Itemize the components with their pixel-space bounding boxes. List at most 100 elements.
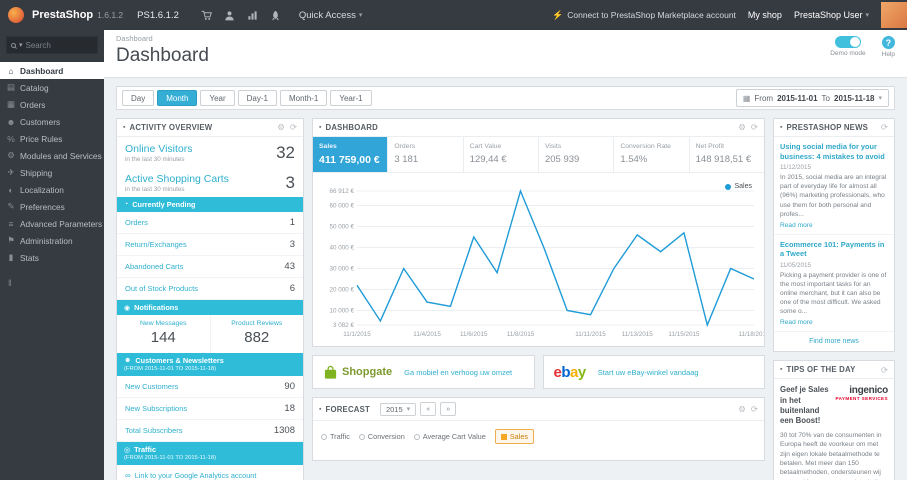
- help-icon[interactable]: ?: [881, 36, 895, 49]
- gear-icon[interactable]: ⚙: [277, 123, 285, 132]
- gear-icon[interactable]: ⚙: [738, 123, 746, 132]
- google-analytics-link[interactable]: ∞ Link to your Google Analytics account: [117, 465, 303, 480]
- demo-mode-toggle[interactable]: [834, 36, 861, 48]
- sidebar-item-label: Preferences: [20, 201, 65, 212]
- quick-access-menu[interactable]: Quick Access ▾: [299, 10, 363, 21]
- stats-icon[interactable]: [247, 10, 258, 21]
- shopgate-link[interactable]: Ga mobiel en verhoog uw omzet: [404, 368, 512, 377]
- forecast-option-average-cart-value[interactable]: Average Cart Value: [413, 432, 486, 441]
- ebay-link[interactable]: Start uw eBay-winkel vandaag: [598, 368, 699, 377]
- forecast-panel: ▪ FORECAST 2015 ▾ « » ⚙ ⟳ Traffic Conver…: [312, 397, 765, 461]
- news-article-title[interactable]: Ecommerce 101: Payments in a Tweet: [780, 240, 888, 259]
- refresh-icon[interactable]: ⟳: [751, 123, 758, 132]
- chart-legend[interactable]: Sales: [725, 183, 752, 190]
- refresh-icon[interactable]: ⟳: [751, 405, 758, 414]
- forecast-year-select[interactable]: 2015 ▾: [379, 402, 417, 416]
- sidebar-item-label: Administration: [20, 235, 73, 246]
- pending-row-out-of-stock[interactable]: Out of Stock Products 6: [117, 278, 303, 300]
- ebay-logo: ebay: [553, 363, 587, 381]
- sidebar-collapse-button[interactable]: ‖: [8, 278, 96, 288]
- pending-row-returns[interactable]: Return/Exchanges 3: [117, 234, 303, 256]
- sidebar-item-administration[interactable]: ⚑ Administration: [0, 232, 104, 249]
- search-scope-caret-icon[interactable]: ▾: [19, 41, 23, 49]
- new-messages-stat[interactable]: New Messages 144: [117, 315, 211, 353]
- forecast-prev-button[interactable]: «: [420, 402, 437, 416]
- filter-year-1-button[interactable]: Year-1: [330, 90, 372, 106]
- kpi-conversion-rate[interactable]: Conversion Rate 1.54%: [614, 137, 690, 172]
- pending-row-abandoned-carts[interactable]: Abandoned Carts 43: [117, 256, 303, 278]
- y-tick-label: 3 082 €: [333, 322, 355, 329]
- forecast-option-conversion[interactable]: Conversion: [358, 432, 405, 441]
- sidebar-search[interactable]: ▾: [6, 36, 98, 54]
- kpi-net-profit[interactable]: Net Profit 148 918,51 €: [690, 137, 764, 172]
- filter-day-1-button[interactable]: Day-1: [237, 90, 277, 106]
- brand-name[interactable]: PrestaShop: [32, 9, 93, 21]
- ebay-module-card[interactable]: ebay Start uw eBay-winkel vandaag: [542, 355, 765, 389]
- preferences-icon: ✎: [7, 201, 15, 211]
- user-menu[interactable]: PrestaShop User ▾: [794, 10, 869, 20]
- search-input[interactable]: [25, 40, 84, 50]
- sidebar-item-stats[interactable]: ▮ Stats: [0, 249, 104, 266]
- forecast-panel-icon: ▪: [319, 405, 322, 413]
- customers-row-new-subscriptions[interactable]: New Subscriptions 18: [117, 398, 303, 420]
- shop-name[interactable]: PS1.6.1.2: [137, 10, 179, 21]
- forecast-next-button[interactable]: »: [440, 402, 457, 416]
- date-range-picker[interactable]: ▦ From 2015-11-01 To 2015-11-18 ▾: [735, 89, 889, 107]
- sidebar-item-customers[interactable]: ☻ Customers: [0, 113, 104, 130]
- filter-year-button[interactable]: Year: [200, 90, 235, 106]
- kpi-sales[interactable]: Sales 411 759,00 €: [313, 137, 389, 172]
- refresh-icon[interactable]: ⟳: [290, 123, 297, 132]
- filter-day-button[interactable]: Day: [122, 90, 155, 106]
- sidebar-item-price-rules[interactable]: % Price Rules: [0, 130, 104, 147]
- customer-icon[interactable]: [224, 10, 235, 21]
- customers-row-total-subscribers[interactable]: Total Subscribers 1308: [117, 420, 303, 442]
- sidebar-item-modules[interactable]: ⚙ Modules and Services: [0, 147, 104, 164]
- gear-icon[interactable]: ⚙: [738, 405, 746, 414]
- date-to-label: To: [821, 93, 830, 103]
- forecast-option-sales[interactable]: Sales: [494, 429, 535, 444]
- tip-heading: Geef je Sales in het buitenland een Boos…: [780, 385, 829, 425]
- sidebar-item-catalog[interactable]: ▤ Catalog: [0, 79, 104, 96]
- sidebar-item-dashboard[interactable]: ⌂ Dashboard: [0, 62, 104, 79]
- filter-month-1-button[interactable]: Month-1: [279, 90, 328, 106]
- breadcrumb[interactable]: Dashboard: [116, 34, 895, 43]
- prestashop-logo[interactable]: [8, 7, 24, 23]
- forecast-option-traffic[interactable]: Traffic: [321, 432, 350, 441]
- x-tick-label: 11/4/2015: [413, 331, 441, 338]
- sidebar-item-shipping[interactable]: ✈ Shipping: [0, 164, 104, 181]
- rocket-icon[interactable]: [270, 10, 281, 21]
- refresh-icon[interactable]: ⟳: [881, 366, 888, 375]
- notifications-grid: New Messages 144 Product Reviews 882: [117, 315, 303, 353]
- find-more-news-link[interactable]: Find more news: [774, 332, 894, 351]
- user-avatar[interactable]: [881, 2, 907, 28]
- pending-row-orders[interactable]: Orders 1: [117, 212, 303, 234]
- read-more-link[interactable]: Read more: [780, 222, 888, 229]
- cart-icon[interactable]: [201, 10, 212, 21]
- sidebar-item-advanced-parameters[interactable]: ≡ Advanced Parameters: [0, 215, 104, 232]
- currently-pending-title: Currently Pending: [132, 200, 196, 209]
- dashboard-panel: ▪ DASHBOARD ⚙ ⟳ Sales 411 759,00 € Order…: [312, 118, 770, 347]
- marketplace-link[interactable]: ⚡ Connect to PrestaShop Marketplace acco…: [552, 10, 736, 21]
- traffic-range: (FROM 2015-11-01 TO 2015-11-18): [124, 455, 217, 461]
- product-reviews-stat[interactable]: Product Reviews 882: [211, 315, 304, 353]
- shopgate-module-card[interactable]: Shopgate Ga mobiel en verhoog uw omzet: [312, 355, 535, 389]
- online-visitors-link[interactable]: Online Visitors: [125, 143, 276, 155]
- sidebar-item-orders[interactable]: ▦ Orders: [0, 96, 104, 113]
- active-carts-link[interactable]: Active Shopping Carts: [125, 173, 286, 185]
- read-more-link[interactable]: Read more: [780, 319, 888, 326]
- dashboard-panel-title: DASHBOARD: [325, 123, 378, 132]
- legend-dot-icon: [725, 183, 732, 190]
- customers-row-new-customers[interactable]: New Customers 90: [117, 376, 303, 398]
- filter-month-button[interactable]: Month: [157, 90, 198, 106]
- x-tick-label: 11/15/2015: [668, 331, 700, 338]
- sidebar-item-localization[interactable]: ◐ Localization: [0, 181, 104, 198]
- sidebar-item-preferences[interactable]: ✎ Preferences: [0, 198, 104, 215]
- refresh-icon[interactable]: ⟳: [881, 123, 888, 132]
- date-from-value: 2015-11-01: [777, 93, 818, 103]
- kpi-orders[interactable]: Orders 3 181: [388, 137, 464, 172]
- content: Day Month Year Day-1 Month-1 Year-1 ▦ Fr…: [104, 78, 907, 480]
- kpi-visits[interactable]: Visits 205 939: [539, 137, 615, 172]
- news-article-title[interactable]: Using social media for your business: 4 …: [780, 142, 888, 161]
- kpi-cart-value[interactable]: Cart Value 129,44 €: [464, 137, 539, 172]
- my-shop-link[interactable]: My shop: [748, 10, 782, 20]
